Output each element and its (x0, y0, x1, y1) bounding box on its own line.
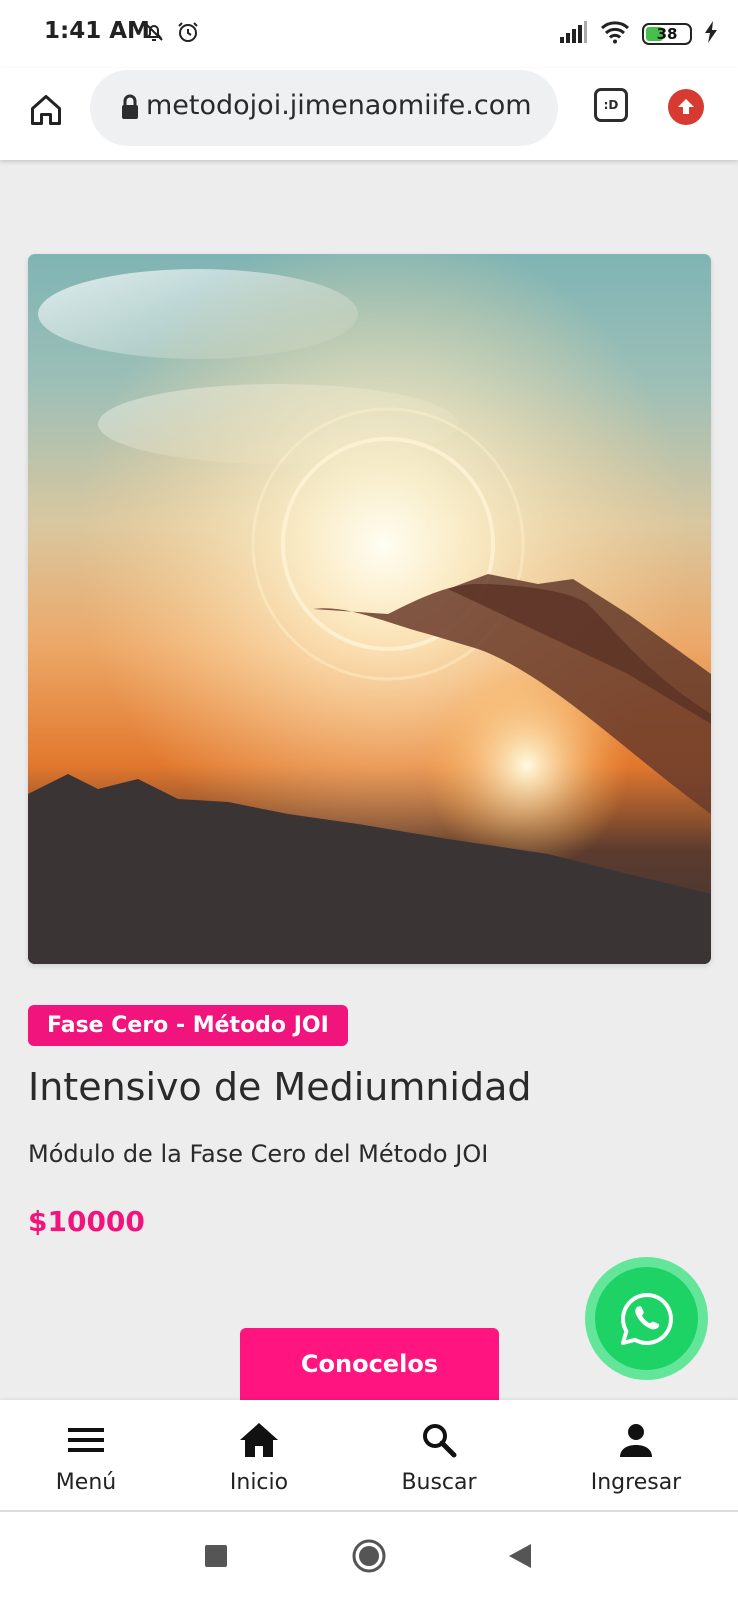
nav-label-menu: Menú (55, 1470, 117, 1495)
battery-icon: 38 (642, 23, 692, 45)
circle-icon (352, 1539, 386, 1573)
nav-item-menu[interactable]: Menú (36, 1400, 136, 1510)
signal-icon (558, 21, 588, 47)
alarm-icon (176, 20, 200, 48)
nav-item-ingresar[interactable]: Ingresar (576, 1400, 696, 1510)
product-subtitle: Módulo de la Fase Cero del Método JOI (28, 1140, 489, 1168)
wifi-icon (600, 20, 630, 48)
page-content: Fase Cero - Método JOI Intensivo de Medi… (0, 160, 738, 1400)
nav-item-buscar[interactable]: Buscar (389, 1400, 489, 1510)
lock-icon (120, 94, 140, 124)
bottom-navigation: Menú Inicio Buscar Ingresar (0, 1400, 738, 1512)
home-system-button[interactable] (347, 1534, 391, 1578)
status-icons-left (142, 20, 200, 48)
nav-label-ingresar: Ingresar (590, 1470, 682, 1495)
whatsapp-button[interactable] (585, 1257, 708, 1380)
product-price: $10000 (28, 1205, 145, 1238)
home-icon (31, 95, 61, 125)
recents-button[interactable] (194, 1534, 238, 1578)
nav-item-inicio[interactable]: Inicio (209, 1400, 309, 1510)
tab-switcher-icon[interactable]: :D (594, 88, 628, 122)
conocelos-button[interactable]: Conocelos (240, 1328, 499, 1400)
menu-icon (68, 1422, 104, 1458)
whatsapp-icon (620, 1292, 673, 1345)
bell-off-icon (142, 20, 166, 48)
user-icon (619, 1422, 653, 1458)
upload-icon[interactable] (668, 89, 704, 125)
nav-label-inicio: Inicio (229, 1470, 289, 1495)
status-icons-right: 38 (558, 20, 718, 48)
status-time: 1:41 AM (44, 18, 150, 44)
battery-level: 38 (656, 25, 678, 43)
url-text: metodojoi.jimenaomiife.com (146, 90, 532, 121)
search-icon (421, 1422, 457, 1458)
browser-toolbar: metodojoi.jimenaomiife.com :D (0, 68, 738, 160)
back-button[interactable] (498, 1534, 542, 1578)
home-button[interactable] (24, 88, 68, 132)
category-badge[interactable]: Fase Cero - Método JOI (28, 1005, 348, 1046)
nav-label-buscar: Buscar (401, 1470, 477, 1495)
product-title: Intensivo de Mediumnidad (28, 1065, 532, 1109)
status-bar: 1:41 AM 38 (0, 0, 738, 68)
system-navigation (0, 1512, 738, 1600)
product-image[interactable] (28, 254, 711, 964)
square-icon (205, 1545, 227, 1567)
url-bar[interactable]: metodojoi.jimenaomiife.com (90, 70, 558, 146)
home-filled-icon (240, 1422, 278, 1458)
charging-icon (704, 21, 718, 47)
back-triangle-icon (509, 1544, 531, 1568)
